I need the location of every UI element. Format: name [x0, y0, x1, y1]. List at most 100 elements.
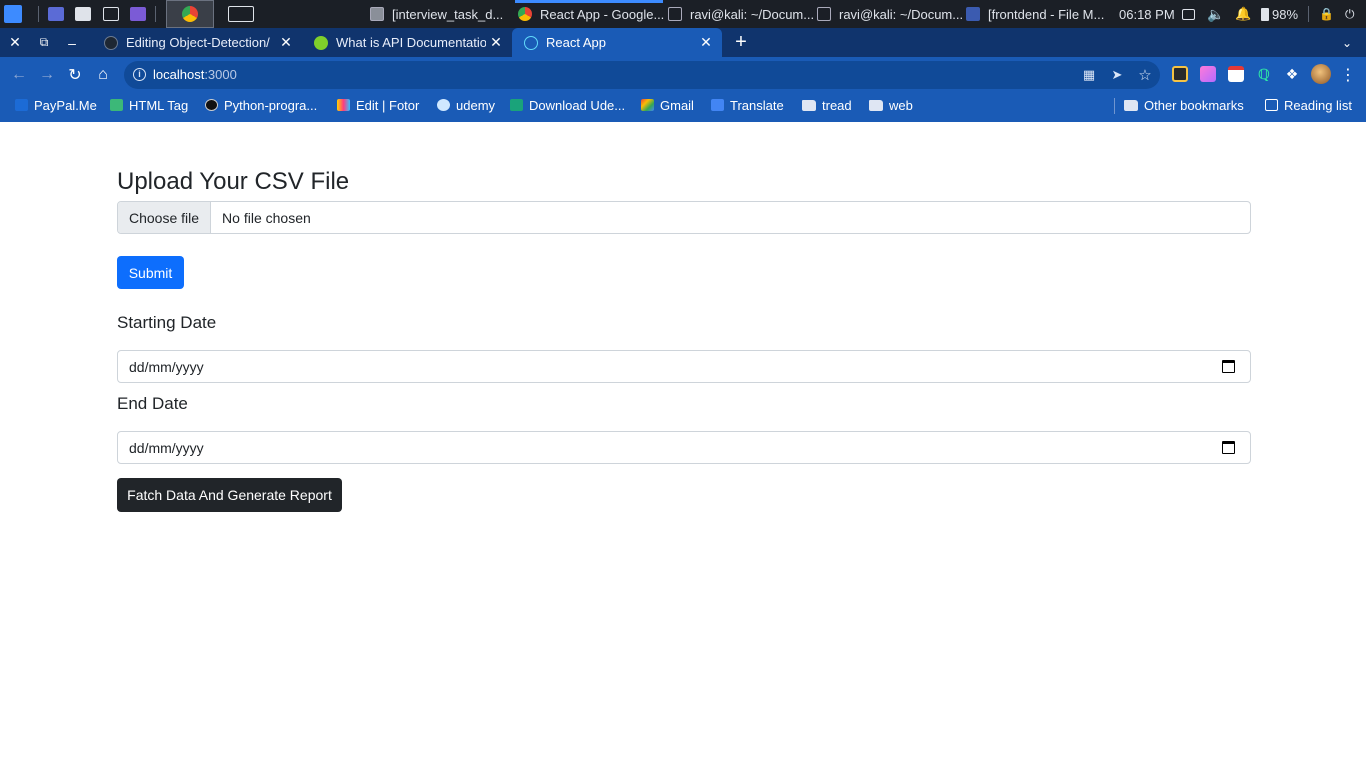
forward-arrow-icon[interactable]: →: [36, 57, 58, 92]
task-item[interactable]: ravi@kali: ~/Docum...: [817, 0, 963, 28]
window-close-icon[interactable]: ✕: [1, 28, 29, 57]
tab-object-detection[interactable]: Editing Object-Detection/ ✕: [92, 28, 302, 57]
power-icon[interactable]: ⏻: [1345, 0, 1355, 28]
starting-date-input[interactable]: dd/mm/yyyy: [117, 350, 1251, 383]
terminal-icon: [668, 7, 682, 21]
folder-icon: [1124, 99, 1138, 111]
end-date-label: End Date: [117, 394, 188, 413]
calendar-icon[interactable]: [1222, 441, 1235, 454]
terminal-icon[interactable]: [103, 0, 119, 28]
battery-icon: [1261, 7, 1269, 21]
bookmark-gmail[interactable]: Gmail: [641, 92, 694, 118]
translate-icon[interactable]: ▦: [1079, 61, 1099, 89]
window-minimize-icon[interactable]: –: [58, 28, 86, 57]
bookmark-fotor[interactable]: Edit | Fotor: [337, 92, 419, 118]
reading-list-icon: [1265, 99, 1278, 111]
browser-toolbar: ← → ↻ ⌂ i localhost:3000 ▦ ➤ ☆ ℚ ❖ ⋮: [0, 57, 1366, 92]
tab-close-icon[interactable]: ✕: [696, 34, 716, 51]
send-icon[interactable]: ➤: [1107, 61, 1127, 89]
chrome-icon: [518, 7, 532, 21]
address-bar[interactable]: i localhost:3000 ▦ ➤ ☆: [124, 61, 1160, 89]
html-tag-icon: [110, 99, 123, 111]
tab-close-icon[interactable]: ✕: [276, 34, 296, 51]
bookmark-folder-web[interactable]: web: [869, 92, 913, 118]
volume-icon[interactable]: 🔈: [1207, 0, 1224, 28]
cloud-icon: [437, 99, 450, 111]
bookmark-download-udemy[interactable]: Download Ude...: [510, 92, 625, 118]
react-icon: [524, 35, 538, 50]
fotor-icon: [337, 99, 350, 111]
reading-list-button[interactable]: Reading list: [1265, 92, 1352, 118]
avatar[interactable]: [1311, 64, 1331, 84]
bookmarks-bar: PayPal.Me HTML Tag Python-progra... Edit…: [0, 92, 1366, 122]
file-manager-icon[interactable]: [75, 0, 91, 28]
folder-icon: [966, 7, 980, 21]
bookmark-paypal[interactable]: PayPal.Me: [15, 92, 97, 118]
desktop-icon[interactable]: [48, 0, 64, 28]
site-info-icon[interactable]: i: [133, 68, 146, 81]
back-arrow-icon[interactable]: ←: [8, 57, 30, 92]
os-taskbar: [interview_task_d... React App - Google.…: [0, 0, 1366, 28]
bookmark-star-icon[interactable]: ☆: [1135, 61, 1155, 89]
tab-strip: ✕ ⧉ – Editing Object-Detection/ ✕ What i…: [0, 28, 1366, 57]
page-title: Upload Your CSV File: [117, 168, 350, 195]
app-launcher-icon[interactable]: [130, 0, 146, 28]
site-icon: [510, 99, 523, 111]
notification-bell-icon[interactable]: 🔔: [1235, 0, 1251, 28]
date-placeholder: dd/mm/yyyy: [129, 358, 204, 375]
file-status-text: No file chosen: [222, 209, 311, 226]
folder-icon: [802, 99, 816, 111]
bookmark-python[interactable]: Python-progra...: [205, 92, 317, 118]
terminal-icon: [817, 7, 831, 21]
bookmarks-divider: [1114, 98, 1115, 114]
extension-icon[interactable]: ℚ: [1256, 66, 1272, 82]
tab-api-documentation[interactable]: What is API Documentatio ✕: [302, 28, 512, 57]
bookmark-folder-tread[interactable]: tread: [802, 92, 852, 118]
end-date-input[interactable]: dd/mm/yyyy: [117, 431, 1251, 464]
bookmark-translate[interactable]: Translate: [711, 92, 784, 118]
document-icon: [370, 7, 384, 21]
extension-icon[interactable]: [1228, 66, 1244, 82]
site-favicon-icon: [314, 35, 328, 50]
choose-file-button[interactable]: Choose file: [118, 202, 212, 233]
extensions-puzzle-icon[interactable]: ❖: [1284, 66, 1300, 82]
folder-icon: [869, 99, 883, 111]
lock-icon[interactable]: 🔒: [1319, 0, 1334, 28]
window-restore-icon[interactable]: ⧉: [30, 28, 58, 57]
github-icon: [205, 99, 218, 111]
task-item[interactable]: ravi@kali: ~/Docum...: [668, 0, 814, 28]
tab-react-app[interactable]: React App ✕: [512, 28, 722, 57]
page-content: Upload Your CSV File Choose file No file…: [0, 122, 1366, 768]
translate-icon: [711, 99, 724, 111]
home-icon[interactable]: ⌂: [92, 57, 114, 92]
starting-date-label: Starting Date: [117, 313, 217, 332]
extension-icon[interactable]: [1172, 66, 1188, 82]
tab-search-chevron-icon[interactable]: ⌄: [1336, 28, 1358, 57]
paypal-icon: [15, 99, 28, 111]
clock[interactable]: 06:18 PM: [1119, 0, 1175, 28]
task-item[interactable]: [interview_task_d...: [370, 0, 512, 28]
date-placeholder: dd/mm/yyyy: [129, 439, 204, 456]
bookmark-html-tag[interactable]: HTML Tag: [110, 92, 188, 118]
workspace-switcher-icon[interactable]: [228, 0, 254, 28]
gmail-icon: [641, 99, 654, 111]
task-item[interactable]: React App - Google...: [518, 0, 664, 28]
github-icon: [104, 35, 118, 50]
bookmark-other-bookmarks[interactable]: Other bookmarks: [1124, 92, 1244, 118]
fetch-data-button[interactable]: Fatch Data And Generate Report: [117, 478, 342, 512]
browser-menu-icon[interactable]: ⋮: [1340, 57, 1356, 92]
kali-menu-icon[interactable]: [4, 0, 22, 28]
battery-indicator[interactable]: 98%: [1261, 0, 1298, 28]
extension-icon[interactable]: [1200, 66, 1216, 82]
tab-close-icon[interactable]: ✕: [486, 34, 506, 51]
address-text[interactable]: localhost:3000: [153, 61, 237, 89]
bookmark-udemy[interactable]: udemy: [437, 92, 495, 118]
chrome-workspace-icon[interactable]: [166, 0, 214, 28]
submit-button[interactable]: Submit: [117, 256, 184, 289]
display-icon[interactable]: [1182, 0, 1195, 28]
reload-icon[interactable]: ↻: [64, 57, 86, 92]
task-item[interactable]: [frontdend - File M...: [966, 0, 1108, 28]
csv-file-input[interactable]: Choose file No file chosen: [117, 201, 1251, 234]
new-tab-icon[interactable]: +: [730, 28, 752, 57]
calendar-icon[interactable]: [1222, 360, 1235, 373]
